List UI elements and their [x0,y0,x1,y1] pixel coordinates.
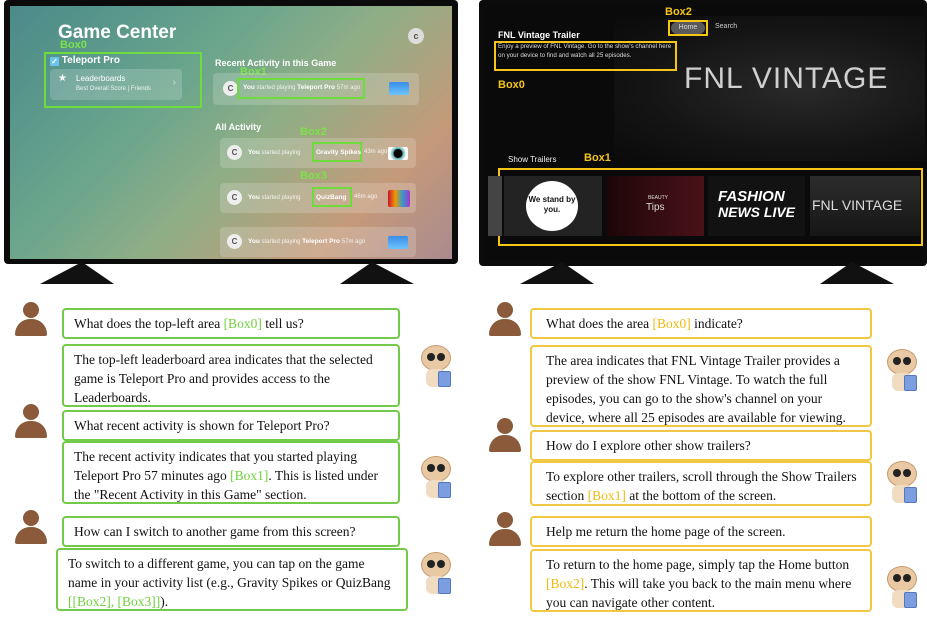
game-link-quizbang[interactable]: QuizBang [316,194,346,201]
left-tv-stand-right [340,262,414,284]
avatar: C [223,81,238,96]
game-link-gravity-spikes[interactable]: Gravity Spikes [316,149,361,156]
box2-label: Box2 [300,126,327,138]
user-avatar-icon [488,418,522,452]
gravity-spikes-thumbnail [388,147,408,160]
box1-label: Box1 [584,152,611,164]
user-avatar-icon [14,302,48,336]
game-name: Teleport Pro [61,55,120,66]
quizbang-thumbnail [388,190,410,207]
box0-label: Box0 [60,39,87,51]
user-avatar-icon [14,404,48,438]
avatar: C [227,145,242,160]
right-chat-q1: What does the area [Box0] indicate? [530,308,872,339]
right-tv-stand-right [820,262,894,284]
left-chat-a3: To switch to a different game, you can t… [56,548,408,611]
left-chat-q3: How can I switch to another game from th… [62,516,400,547]
nav-search[interactable]: Search [715,23,737,30]
nav-home[interactable]: Home [671,22,705,34]
recent-heading: Recent Activity in this Game [215,58,337,68]
avatar[interactable]: c [408,28,424,44]
show-description: Enjoy a preview of FNL Vintage. Go to th… [498,43,672,59]
avatar: C [227,190,242,205]
trailer-tile-1[interactable]: We stand by you. [504,176,602,236]
trailer-tile-4[interactable]: FNL VINTAGE [810,176,920,236]
recent-activity-row[interactable]: C You started playing Teleport Pro 57m a… [213,73,419,105]
user-avatar-icon [14,510,48,544]
show-logo: FNL VINTAGE [684,62,889,95]
trailer-tile-3[interactable]: FASHION NEWS LIVE [708,176,805,236]
teleport-pro-thumbnail [389,82,409,95]
activity-row-1[interactable]: C You started playing Gravity Spikes 43m… [220,138,416,168]
show-title: FNL Vintage Trailer [498,30,580,40]
assistant-avatar-icon [418,552,454,596]
left-chat-q2: What recent activity is shown for Telepo… [62,410,400,441]
right-chat-a2: To explore other trailers, scroll throug… [530,461,872,506]
assistant-avatar-icon [418,456,454,500]
recent-activity-text: You started playing Teleport Pro 57m ago [243,84,361,91]
left-chat-q1: What does the top-left area [Box0] tell … [62,308,400,339]
assistant-avatar-icon [884,566,920,610]
activity-row-2[interactable]: C You started playing QuizBang 46m ago [220,183,416,213]
trailer-tile-2[interactable]: BEAUTY Tips [607,176,704,236]
box3-label: Box3 [300,170,327,182]
assistant-avatar-icon [884,349,920,393]
trailer-tile-partial[interactable] [488,176,502,236]
star-icon: ★ [58,73,67,84]
assistant-avatar-icon [884,461,920,505]
right-chat-a1: The area indicates that FNL Vintage Trai… [530,345,872,427]
right-tv-stand-left [520,262,594,284]
box0-label: Box0 [498,79,525,91]
left-chat-a1: The top-left leaderboard area indicates … [62,344,400,407]
left-chat-a2: The recent activity indicates that you s… [62,441,400,504]
row-title: Show Trailers [508,155,557,164]
box2-label: Box2 [665,6,692,18]
user-avatar-icon [488,302,522,336]
leaderboards-sub: Best Overall Score | Friends [76,86,151,92]
chevron-right-icon: › [172,77,176,88]
leaderboards-label: Leaderboards [76,74,126,83]
leaderboards-button[interactable]: ★ Leaderboards Best Overall Score | Frie… [50,69,182,100]
game-center-screen: Game Center c Box0 ✓ Teleport Pro ★ Lead… [10,6,452,259]
user-avatar-icon [488,512,522,546]
teleport-pro-thumbnail [388,236,408,249]
game-selector[interactable]: ✓ Teleport Pro [50,55,120,66]
activity-row-3[interactable]: C You started playing Teleport Pro 57m a… [220,227,416,257]
check-icon: ✓ [50,57,59,66]
right-chat-q3: Help me return the home page of the scre… [530,516,872,547]
left-tv-stand-left [40,262,114,284]
avatar: C [227,234,242,249]
assistant-avatar-icon [418,345,454,389]
right-chat-a3: To return to the home page, simply tap t… [530,549,872,612]
right-chat-q2: How do I explore other show trailers? [530,430,872,461]
fnl-vintage-screen: Box2 Home Search FNL Vintage Trailer Enj… [484,6,925,262]
all-activity-heading: All Activity [215,122,262,132]
